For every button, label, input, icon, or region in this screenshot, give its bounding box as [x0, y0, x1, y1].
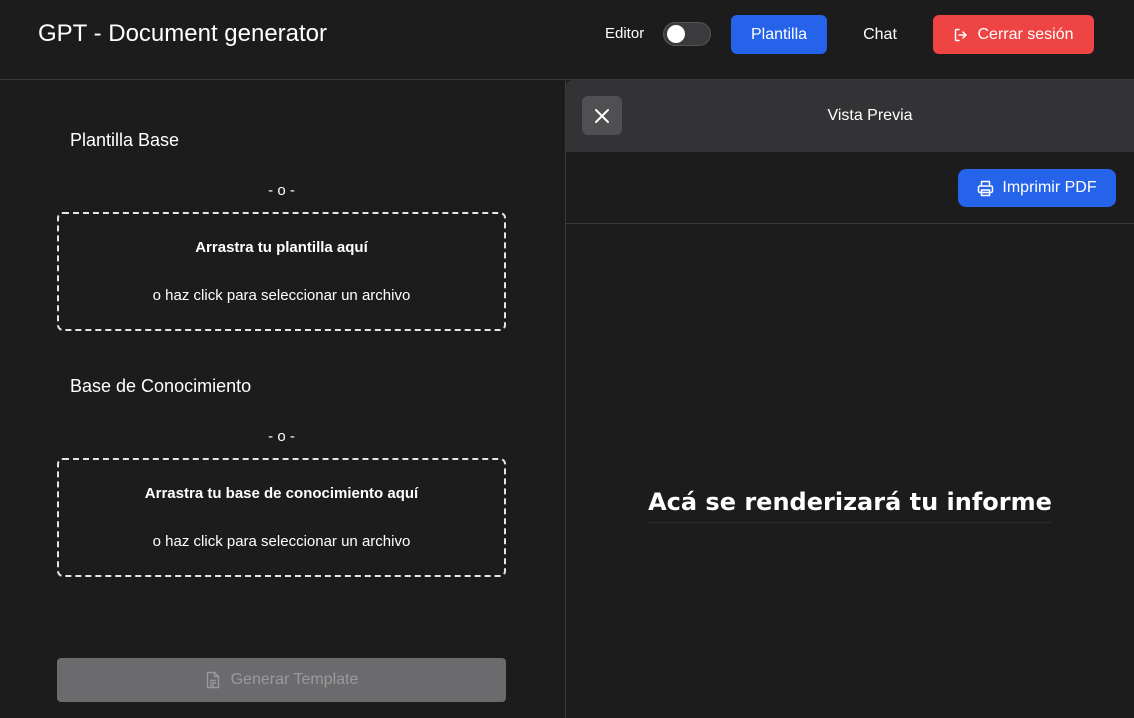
preview-placeholder-text: Acá se renderizará tu informe	[648, 488, 1052, 523]
plantilla-button[interactable]: Plantilla	[731, 15, 827, 54]
editor-toggle[interactable]	[663, 22, 711, 46]
knowledge-dropzone[interactable]: Arrastra tu base de conocimiento aquí o …	[57, 458, 506, 577]
preview-title: Vista Previa	[827, 107, 913, 124]
knowledge-separator: - o -	[268, 428, 295, 445]
knowledge-section-title: Base de Conocimiento	[70, 376, 252, 396]
template-dropzone[interactable]: Arrastra tu plantilla aquí o haz click p…	[57, 212, 506, 331]
preview-placeholder: Acá se renderizará tu informe	[566, 488, 1134, 523]
knowledge-drop-subtitle: o haz click para seleccionar un archivo	[152, 533, 411, 550]
chat-button[interactable]: Chat	[848, 15, 912, 54]
template-drop-subtitle: o haz click para seleccionar un archivo	[152, 287, 411, 304]
template-section-title: Plantilla Base	[70, 130, 180, 150]
template-drop-title: Arrastra tu plantilla aquí	[195, 239, 368, 256]
logout-button[interactable]: Cerrar sesión	[933, 15, 1094, 54]
preview-header: Vista Previa	[566, 80, 1134, 152]
app-title: GPT - Document generator	[38, 20, 328, 47]
editor-label: Editor	[605, 25, 645, 42]
print-pdf-button[interactable]: Imprimir PDF	[958, 169, 1116, 207]
document-icon	[206, 671, 219, 689]
knowledge-drop-title: Arrastra tu base de conocimiento aquí	[144, 485, 419, 502]
print-pdf-label: Imprimir PDF	[1002, 179, 1097, 196]
printer-icon	[978, 180, 994, 196]
preview-panel: Vista Previa Imprimir PDF Acá se renderi…	[566, 80, 1134, 718]
generate-template-label: Generar Template	[230, 671, 359, 688]
top-header: GPT - Document generator Editor Plantill…	[0, 0, 1134, 80]
close-preview-button[interactable]	[582, 96, 622, 135]
template-separator: - o -	[268, 182, 295, 199]
upload-panel: Plantilla Base - o - Arrastra tu plantil…	[0, 81, 565, 718]
toggle-knob	[667, 25, 685, 43]
close-icon	[595, 108, 609, 123]
logout-icon	[955, 28, 968, 41]
logout-label: Cerrar sesión	[977, 25, 1074, 43]
preview-toolbar: Imprimir PDF	[566, 152, 1134, 224]
generate-template-button[interactable]: Generar Template	[57, 658, 506, 702]
